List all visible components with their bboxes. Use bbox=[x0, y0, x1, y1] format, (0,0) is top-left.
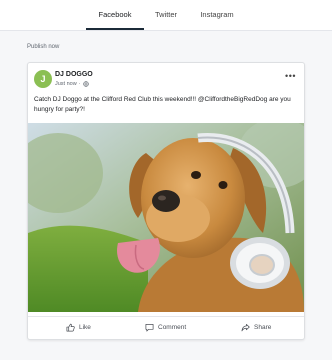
post-preview-card: J DJ DOGGO Just now · ••• Catch DJ Doggo… bbox=[27, 62, 305, 340]
like-button[interactable]: Like bbox=[66, 321, 91, 333]
share-button[interactable]: Share bbox=[241, 321, 271, 333]
post-meta: Just now · bbox=[55, 81, 89, 87]
post-actions-bar: Like Comment Share bbox=[28, 316, 304, 337]
tab-facebook[interactable]: Facebook bbox=[86, 0, 144, 30]
publish-now-label: Publish now bbox=[27, 44, 60, 50]
thumbs-up-icon bbox=[66, 323, 75, 331]
tab-instagram[interactable]: Instagram bbox=[192, 0, 242, 29]
comment-label: Comment bbox=[158, 323, 187, 331]
post-text: Catch DJ Doggo at the Clifford Red Club … bbox=[34, 96, 291, 113]
share-icon bbox=[241, 323, 250, 331]
avatar: J bbox=[34, 70, 52, 88]
tab-twitter[interactable]: Twitter bbox=[146, 0, 186, 29]
post-timestamp: Just now bbox=[55, 81, 77, 87]
share-label: Share bbox=[254, 323, 272, 331]
more-options-icon[interactable]: ••• bbox=[285, 72, 296, 81]
like-label: Like bbox=[79, 323, 91, 331]
comment-button[interactable]: Comment bbox=[145, 321, 186, 333]
post-image bbox=[28, 123, 304, 312]
comment-icon bbox=[145, 323, 154, 331]
globe-icon bbox=[82, 81, 89, 87]
post-meta-separator: · bbox=[78, 81, 81, 87]
platform-tabs: Facebook Twitter Instagram bbox=[0, 0, 332, 31]
page-name: DJ DOGGO bbox=[55, 71, 93, 78]
